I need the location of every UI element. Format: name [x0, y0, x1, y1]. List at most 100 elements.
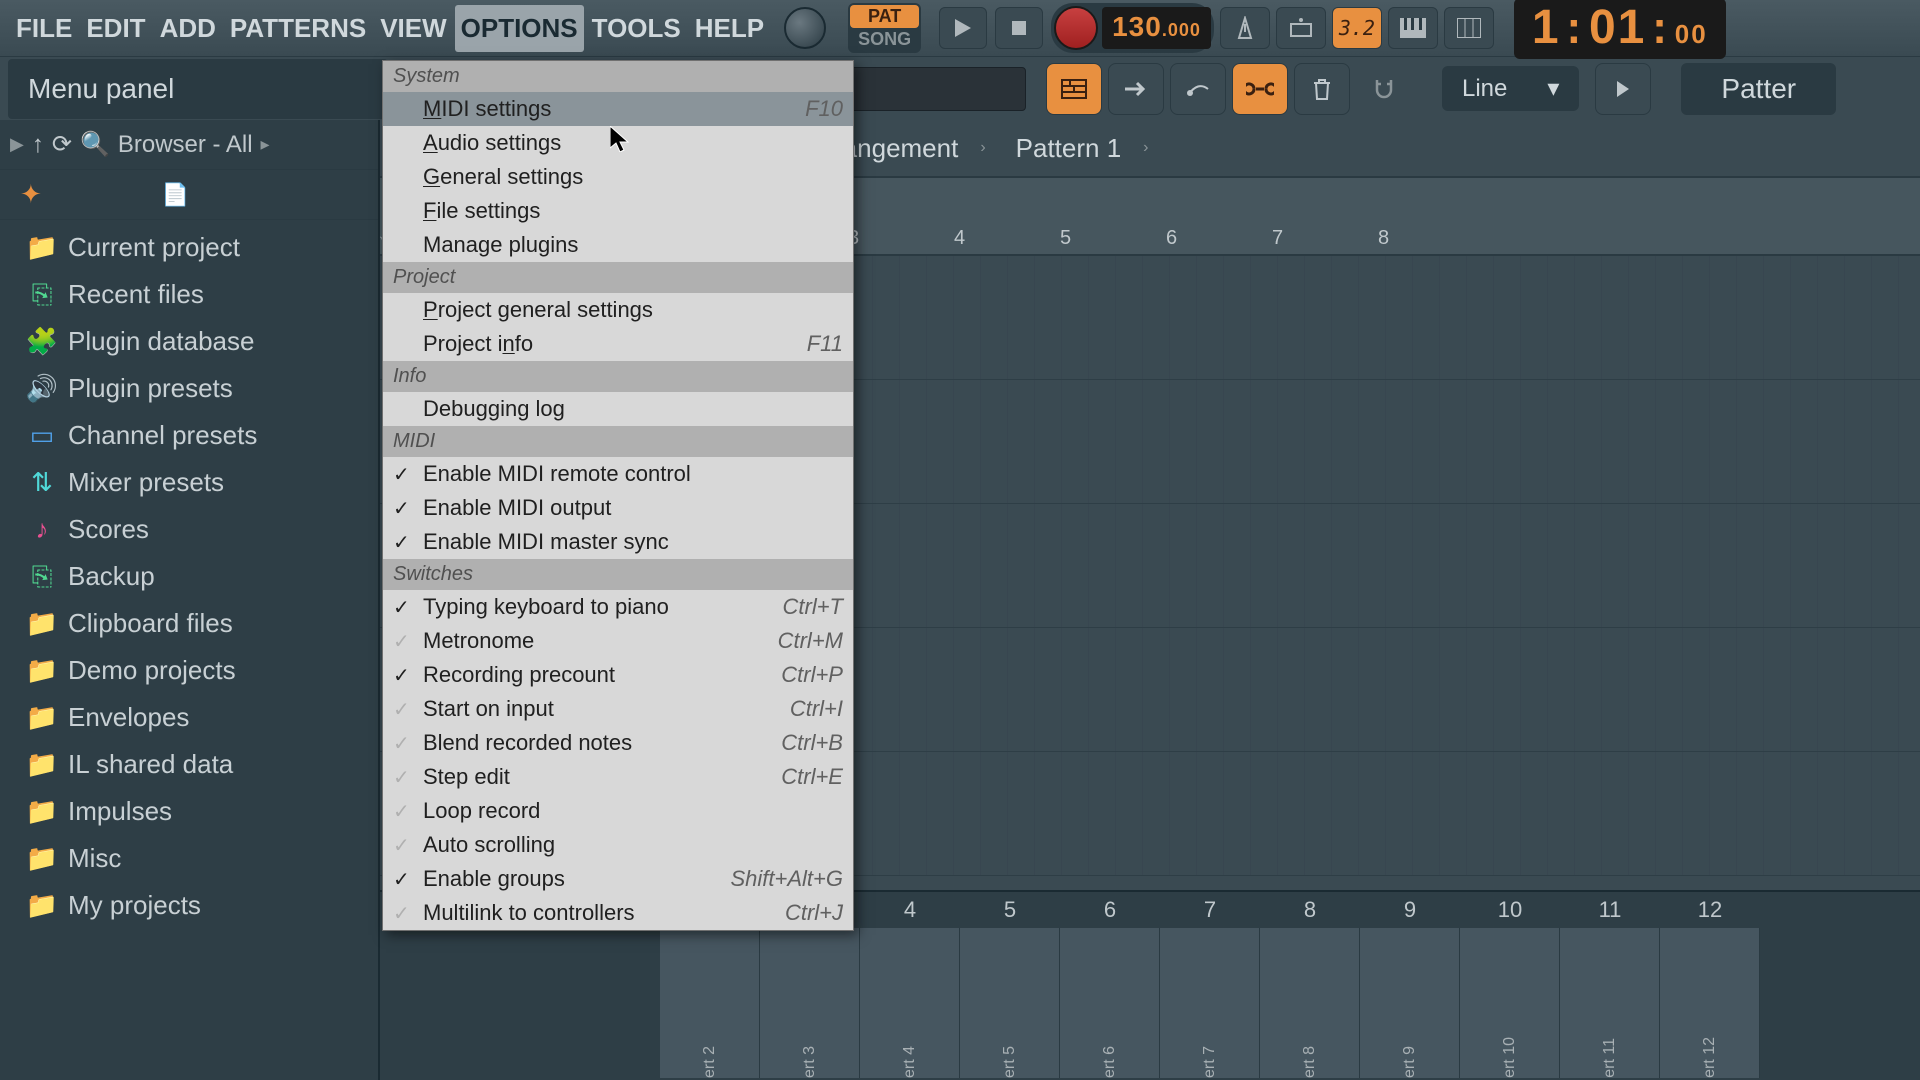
menu-item-enable-midi-remote-control[interactable]: ✓Enable MIDI remote control [383, 457, 853, 491]
menu-item-midi-settings[interactable]: MIDI settingsF10 [383, 92, 853, 126]
check-icon: ✓ [393, 462, 410, 487]
folder-icon: 🧩 [30, 330, 54, 354]
menu-edit[interactable]: EDIT [80, 5, 151, 52]
chevron-right-icon[interactable]: ▸ [261, 134, 270, 155]
step-icon[interactable] [1444, 7, 1494, 49]
mixer-channel[interactable]: ert 12 [1660, 928, 1760, 1078]
browser-item-current-project[interactable]: 📁Current project [0, 224, 378, 271]
pat-mode-button[interactable]: PAT [850, 5, 919, 28]
mixer-channel[interactable]: ert 8 [1260, 928, 1360, 1078]
pat-song-toggle[interactable]: PAT SONG [848, 3, 921, 53]
mixer-channel[interactable]: ert 7 [1160, 928, 1260, 1078]
snap-selector[interactable]: Line▾ [1442, 66, 1579, 111]
menu-view[interactable]: VIEW [374, 5, 452, 52]
browser-item-plugin-database[interactable]: 🧩Plugin database [0, 318, 378, 365]
menu-item-step-edit[interactable]: ✓Step editCtrl+E [383, 760, 853, 794]
play-button[interactable] [939, 7, 987, 49]
playlist-pattern-label[interactable]: Pattern 1 [1016, 133, 1122, 164]
menu-item-loop-record[interactable]: ✓Loop record [383, 794, 853, 828]
mixer-channel[interactable]: ert 4 [860, 928, 960, 1078]
menu-shortcut: Ctrl+M [778, 628, 843, 654]
star-icon[interactable]: ✦ [20, 179, 42, 210]
menu-patterns[interactable]: PATTERNS [224, 5, 372, 52]
browser-item-backup[interactable]: ⎘Backup [0, 553, 378, 600]
menu-item-audio-settings[interactable]: Audio settings [383, 126, 853, 160]
menu-item-typing-keyboard-to-piano[interactable]: ✓Typing keyboard to pianoCtrl+T [383, 590, 853, 624]
browser-title: Browser - All [118, 131, 253, 159]
record-button[interactable] [1054, 6, 1098, 50]
menu-help[interactable]: HELP [689, 5, 770, 52]
chevron-down-icon: ▾ [1547, 74, 1559, 103]
menu-add[interactable]: ADD [154, 5, 222, 52]
next-button[interactable] [1595, 63, 1651, 115]
mixer-channel[interactable]: ert 5 [960, 928, 1060, 1078]
mixer-channel[interactable]: ert 3 [760, 928, 860, 1078]
browser-item-demo-projects[interactable]: 📁Demo projects [0, 647, 378, 694]
song-mode-button[interactable]: SONG [850, 28, 919, 51]
tempo-display[interactable]: 130.000 [1102, 7, 1211, 49]
time-display[interactable]: 1:01:00 [1514, 0, 1726, 59]
menu-options[interactable]: OPTIONS [455, 5, 584, 52]
browser-item-impulses[interactable]: 📁Impulses [0, 788, 378, 835]
forward-button[interactable] [1108, 63, 1164, 115]
mixer-channel[interactable]: ert 2 [660, 928, 760, 1078]
browser-item-plugin-presets[interactable]: 🔊Plugin presets [0, 365, 378, 412]
browser-item-label: IL shared data [68, 749, 233, 780]
link-button[interactable] [1232, 63, 1288, 115]
document-icon[interactable]: 📄 [162, 182, 189, 208]
menu-item-manage-plugins[interactable]: Manage plugins [383, 228, 853, 262]
browser-item-il-shared-data[interactable]: 📁IL shared data [0, 741, 378, 788]
browser-item-channel-presets[interactable]: ▭Channel presets [0, 412, 378, 459]
playlist-button[interactable] [1046, 63, 1102, 115]
menu-item-enable-groups[interactable]: ✓Enable groupsShift+Alt+G [383, 862, 853, 896]
mixer-channel[interactable]: ert 6 [1060, 928, 1160, 1078]
menu-item-label: MIDI settings [423, 96, 551, 122]
automation-button[interactable] [1170, 63, 1226, 115]
piano-icon[interactable] [1388, 7, 1438, 49]
browser-up-icon[interactable]: ↑ [32, 131, 44, 159]
magnet-button[interactable] [1356, 63, 1412, 115]
countdown-icon[interactable] [1276, 7, 1326, 49]
menu-item-enable-midi-output[interactable]: ✓Enable MIDI output [383, 491, 853, 525]
browser-item-my-projects[interactable]: 📁My projects [0, 882, 378, 929]
pattern-selector[interactable]: Patter [1681, 63, 1836, 115]
menu-tools[interactable]: TOOLS [586, 5, 687, 52]
menu-item-file-settings[interactable]: File settings [383, 194, 853, 228]
channel-label: ert 3 [801, 1036, 819, 1078]
mixer-channel[interactable]: ert 11 [1560, 928, 1660, 1078]
main-volume-knob[interactable] [770, 2, 840, 54]
browser-collapse-icon[interactable]: ▶ [10, 134, 24, 155]
mixer-number: 10 [1460, 897, 1560, 923]
breadcrumb-sep-icon: › [980, 139, 985, 157]
browser-item-envelopes[interactable]: 📁Envelopes [0, 694, 378, 741]
menu-item-debugging-log[interactable]: Debugging log [383, 392, 853, 426]
check-icon: ✓ [393, 530, 410, 555]
browser-item-label: My projects [68, 890, 201, 921]
menu-item-label: Audio settings [423, 130, 561, 156]
trash-button[interactable] [1294, 63, 1350, 115]
menu-item-blend-recorded-notes[interactable]: ✓Blend recorded notesCtrl+B [383, 726, 853, 760]
browser-item-clipboard-files[interactable]: 📁Clipboard files [0, 600, 378, 647]
menu-item-start-on-input[interactable]: ✓Start on inputCtrl+I [383, 692, 853, 726]
menu-item-project-info[interactable]: Project infoF11 [383, 327, 853, 361]
channel-label: ert 9 [1401, 1036, 1419, 1078]
browser-item-recent-files[interactable]: ⎘Recent files [0, 271, 378, 318]
menu-item-general-settings[interactable]: General settings [383, 160, 853, 194]
metronome-icon[interactable] [1220, 7, 1270, 49]
browser-item-mixer-presets[interactable]: ⇅Mixer presets [0, 459, 378, 506]
menu-item-multilink-to-controllers[interactable]: ✓Multilink to controllersCtrl+J [383, 896, 853, 930]
browser-refresh-icon[interactable]: ⟳ [52, 130, 72, 159]
menu-item-auto-scrolling[interactable]: ✓Auto scrolling [383, 828, 853, 862]
browser-item-misc[interactable]: 📁Misc [0, 835, 378, 882]
browser-item-scores[interactable]: ♪Scores [0, 506, 378, 553]
stop-button[interactable] [995, 7, 1043, 49]
menu-item-recording-precount[interactable]: ✓Recording precountCtrl+P [383, 658, 853, 692]
mixer-channel[interactable]: ert 9 [1360, 928, 1460, 1078]
menu-file[interactable]: FILE [10, 5, 78, 52]
menu-item-enable-midi-master-sync[interactable]: ✓Enable MIDI master sync [383, 525, 853, 559]
menu-item-metronome[interactable]: ✓MetronomeCtrl+M [383, 624, 853, 658]
browser-search-icon[interactable]: 🔍 [80, 130, 110, 159]
beat-indicator[interactable]: 3.2 [1332, 7, 1382, 49]
mixer-channel[interactable]: ert 10 [1460, 928, 1560, 1078]
menu-item-project-general-settings[interactable]: Project general settings [383, 293, 853, 327]
